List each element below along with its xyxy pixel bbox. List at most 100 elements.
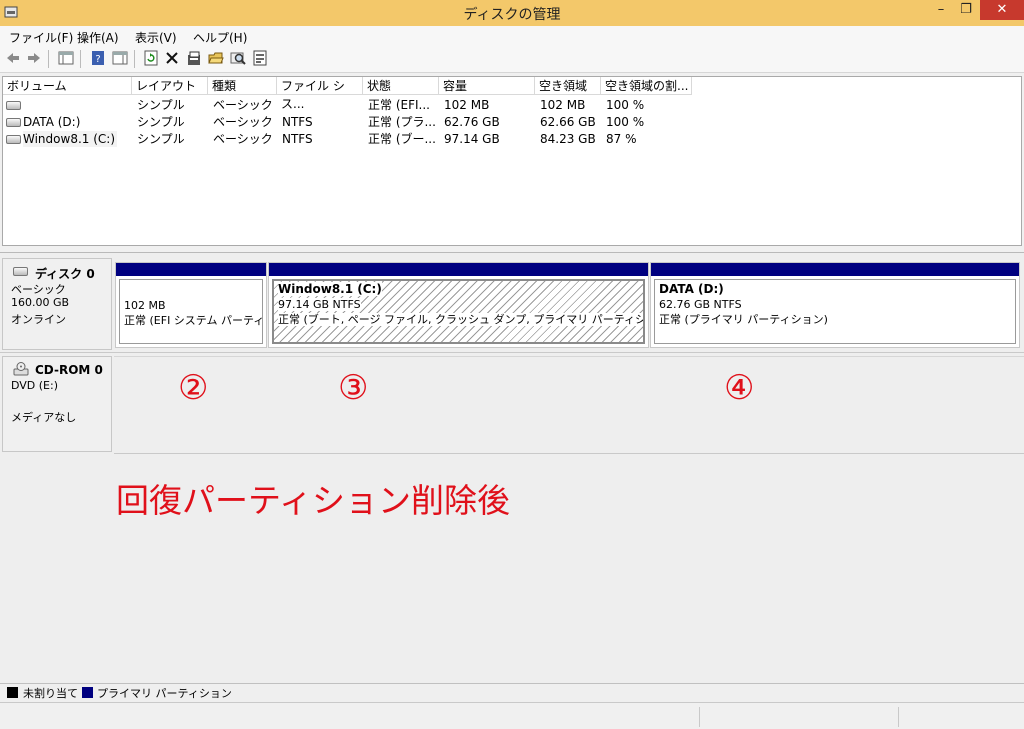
media-status: メディアなし [11, 411, 77, 424]
menu-view[interactable]: 表示(V) [135, 29, 177, 46]
column-header-capacity[interactable]: 容量 [439, 77, 535, 95]
refresh-icon[interactable] [143, 50, 159, 66]
annotation-3: ③ [338, 368, 369, 408]
cell-free-percent: 100 % [606, 115, 645, 129]
partition-name: Window8.1 (C:) [278, 282, 382, 296]
unallocated-swatch [7, 687, 18, 698]
column-header-free-space[interactable]: 空き領域 [535, 77, 601, 95]
cell-status: 正常 (ブー... [368, 132, 436, 146]
cdrom-0-label[interactable]: CD-ROM 0 DVD (E:) メディアなし [2, 356, 112, 452]
legend-primary: プライマリ パーティション [97, 687, 232, 700]
status-divider [898, 707, 899, 727]
svg-text:?: ? [95, 54, 100, 65]
partition-c[interactable]: Window8.1 (C:) 97.14 GB NTFS 正常 (ブート, ペー… [268, 262, 649, 348]
partition-size: 62.76 GB NTFS [659, 298, 742, 311]
cell-filesystem: NTFS [282, 132, 313, 146]
column-header-status[interactable]: 状態 [363, 77, 439, 95]
disk-size: 160.00 GB [11, 296, 70, 309]
status-divider [699, 707, 700, 727]
disk-0-label[interactable]: ディスク 0 ベーシック 160.00 GB オンライン [2, 258, 112, 350]
drive-icon [6, 118, 21, 127]
drive-icon [6, 101, 21, 110]
annotation-2: ② [178, 368, 209, 408]
toolbar: ? [0, 46, 1024, 73]
cell-filesystem: NTFS [282, 115, 313, 129]
disk-icon [13, 267, 28, 276]
menu-action[interactable]: 操作(A) [77, 29, 119, 46]
title-bar: ディスクの管理 – ❐ ✕ [0, 0, 1024, 27]
drive-icon [6, 135, 21, 144]
cell-volume: Window8.1 (C:) [23, 131, 117, 147]
partition-status: 正常 (プライマリ パーティション) [659, 313, 828, 326]
volume-list[interactable]: ボリューム レイアウト 種類 ファイル シス... 状態 容量 空き領域 空き領… [2, 76, 1022, 246]
cell-layout: シンプル [137, 132, 185, 146]
close-button[interactable]: ✕ [980, 0, 1024, 20]
partition-bar [651, 263, 1019, 276]
menu-bar: ファイル(F) 操作(A) 表示(V) ヘルプ(H) [0, 26, 1024, 46]
cell-capacity: 62.76 GB [444, 115, 500, 129]
column-header-layout[interactable]: レイアウト [132, 77, 208, 95]
toolbar-separator [48, 50, 49, 68]
column-header-type[interactable]: 種類 [208, 77, 277, 95]
cell-type: ベーシック [213, 115, 273, 129]
cell-capacity: 97.14 GB [444, 132, 500, 146]
toolbar-separator [134, 50, 135, 68]
menu-help[interactable]: ヘルプ(H) [193, 29, 247, 46]
partition-info: 102 MB 正常 (EFI システム パーティシ [119, 279, 263, 344]
status-bar [0, 702, 1024, 729]
partition-size: 97.14 GB NTFS [278, 298, 361, 311]
partition-bar [116, 263, 266, 276]
cell-free-percent: 87 % [606, 132, 637, 146]
cell-free-percent: 100 % [606, 98, 645, 112]
cell-status: 正常 (EFI... [368, 98, 430, 112]
partition-status: 正常 (ブート, ページ ファイル, クラッシュ ダンプ, プライマリ パーティ… [278, 313, 643, 326]
rescan-icon[interactable] [252, 50, 268, 66]
explore-icon[interactable] [230, 50, 246, 66]
disk-type: ベーシック [11, 283, 66, 296]
back-icon[interactable] [5, 50, 21, 66]
column-header-volume[interactable]: ボリューム [3, 77, 132, 95]
cell-free-space: 62.66 GB [540, 115, 596, 129]
partition-bar [269, 263, 648, 276]
cell-layout: シンプル [137, 115, 185, 129]
window-title: ディスクの管理 [463, 7, 561, 23]
annotation-4: ④ [724, 368, 755, 408]
partition-status: 正常 (EFI システム パーティシ [124, 314, 263, 327]
partition-info: DATA (D:) 62.76 GB NTFS 正常 (プライマリ パーティショ… [654, 279, 1016, 344]
partition-size: 102 MB [124, 299, 166, 312]
partition-efi[interactable]: 102 MB 正常 (EFI システム パーティシ [115, 262, 267, 348]
open-icon[interactable] [208, 50, 224, 66]
maximize-button[interactable]: ❐ [953, 0, 979, 20]
disk-separator [0, 352, 1024, 353]
minimize-button[interactable]: – [928, 0, 954, 20]
cell-layout: シンプル [137, 98, 185, 112]
column-header-filesystem[interactable]: ファイル シス... [277, 77, 363, 111]
cell-type: ベーシック [213, 98, 273, 112]
partition-info: Window8.1 (C:) 97.14 GB NTFS 正常 (ブート, ペー… [272, 279, 645, 344]
cell-volume: DATA (D:) [23, 115, 81, 129]
partition-name: DATA (D:) [659, 282, 724, 296]
help-icon[interactable]: ? [90, 50, 106, 66]
legend: 未割り当て プライマリ パーティション [0, 683, 1024, 702]
toolbar-separator [80, 50, 81, 68]
disk-name: CD-ROM 0 [35, 363, 103, 377]
legend-unallocated: 未割り当て [23, 687, 78, 700]
console-tree-icon[interactable] [58, 50, 74, 66]
annotation-caption: 回復パーティション削除後 [116, 481, 511, 520]
primary-swatch [82, 687, 93, 698]
delete-icon[interactable] [164, 50, 180, 66]
disk-status: オンライン [11, 313, 66, 326]
cell-type: ベーシック [213, 132, 273, 146]
cell-status: 正常 (プラ... [368, 115, 436, 129]
disk-name: ディスク 0 [35, 267, 95, 281]
cell-capacity: 102 MB [444, 98, 490, 112]
menu-file[interactable]: ファイル(F) [9, 29, 73, 46]
cdrom-icon [13, 362, 29, 376]
partition-d[interactable]: DATA (D:) 62.76 GB NTFS 正常 (プライマリ パーティショ… [650, 262, 1020, 348]
drive-letter: DVD (E:) [11, 379, 59, 392]
properties-icon[interactable] [186, 50, 202, 66]
column-header-free-percent[interactable]: 空き領域の割... [601, 77, 692, 95]
forward-icon[interactable] [26, 50, 42, 66]
cell-free-space: 84.23 GB [540, 132, 596, 146]
properties-pane-icon[interactable] [112, 50, 128, 66]
